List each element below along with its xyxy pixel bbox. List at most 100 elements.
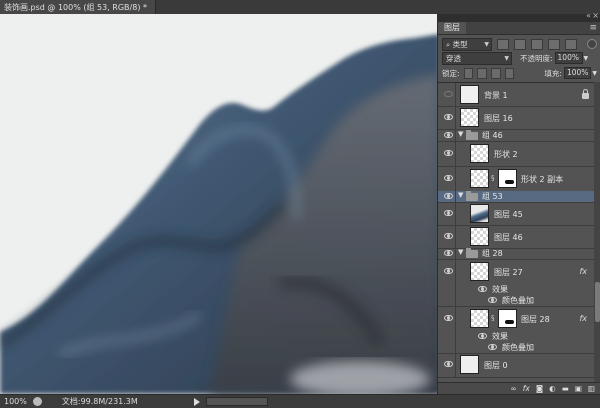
fill-dropdown-icon[interactable]: ▼ [592, 70, 597, 77]
filter-toggle[interactable] [587, 39, 597, 49]
add-style-icon[interactable]: fx [523, 384, 530, 393]
collapse-icon[interactable]: « [586, 11, 591, 20]
group-name: 组 28 [482, 249, 503, 258]
scrollbar-thumb[interactable] [595, 282, 600, 322]
layer-name: 背景 1 [484, 91, 508, 100]
filter-shape-icon[interactable] [548, 38, 560, 50]
layers-list: 背景 1 图层 16 ▼ 组 46 形状 2 § 形状 2 副本 ▼ 组 53 … [438, 82, 600, 383]
link-icon[interactable]: § [491, 174, 495, 182]
effects-label: 效果 [492, 332, 508, 341]
fx-icon[interactable]: fx [579, 267, 587, 276]
layer-row[interactable]: 图层 45 [438, 202, 600, 226]
layer-row[interactable]: § 图层 28 fx [438, 306, 600, 331]
visibility-icon[interactable] [444, 250, 453, 256]
layer-row[interactable]: 背景 1 [438, 83, 600, 107]
folder-icon [466, 130, 478, 140]
opacity-input[interactable]: 100% [554, 52, 583, 64]
filter-kind-select[interactable]: ⌕ 类型 ▼ [442, 37, 492, 51]
document-tab[interactable]: 装饰画.psd @ 100% (组 53, RGB/8) * [0, 0, 156, 14]
link-layers-icon[interactable]: ∞ [511, 384, 517, 393]
visibility-icon[interactable] [444, 268, 453, 274]
layers-scrollbar[interactable] [594, 82, 600, 382]
filter-row: ⌕ 类型 ▼ [442, 37, 597, 51]
expand-arrow-icon[interactable]: ▼ [458, 248, 463, 256]
tab-layers[interactable]: 图层 [438, 22, 466, 34]
lock-move-icon[interactable] [490, 67, 501, 79]
link-icon[interactable]: § [491, 314, 495, 322]
effects-header-row[interactable]: 效果 [438, 331, 600, 342]
expand-arrow-icon[interactable]: ▼ [458, 191, 463, 199]
lock-icon [582, 89, 589, 99]
layer-thumbnail [470, 262, 489, 281]
status-menu-arrow-icon[interactable] [193, 397, 200, 406]
effects-header-row[interactable]: 效果 [438, 284, 600, 295]
visibility-icon[interactable] [488, 297, 497, 303]
opacity-dropdown-icon[interactable]: ▼ [584, 55, 589, 62]
fx-icon[interactable]: fx [579, 314, 587, 323]
lock-transparent-icon[interactable] [463, 67, 474, 79]
add-mask-icon[interactable]: ◙ [536, 384, 543, 393]
visibility-icon[interactable] [444, 210, 453, 216]
layer-row[interactable]: 图层 27 fx [438, 259, 600, 284]
layers-panel-footer: ∞ fx ◙ ◐ ▬ ▣ ▥ [438, 382, 600, 394]
visibility-icon[interactable] [444, 193, 453, 199]
lock-all-icon[interactable] [504, 67, 515, 79]
layer-thumbnail [460, 85, 479, 104]
blend-mode-select[interactable]: 穿透 ▼ [442, 51, 512, 65]
adjustment-layer-icon[interactable]: ◐ [549, 384, 556, 393]
visibility-icon[interactable] [444, 315, 453, 321]
filter-adjustment-icon[interactable] [514, 38, 526, 50]
layer-row[interactable]: § 形状 2 副本 [438, 166, 600, 192]
status-scroll-track[interactable] [205, 397, 268, 406]
visibility-icon[interactable] [488, 344, 497, 350]
document-info[interactable]: 文档:99.8M/231.3M [62, 396, 138, 407]
layer-thumbnail [460, 108, 479, 127]
document-tab-title: 装饰画.psd @ 100% (组 53, RGB/8) * [4, 2, 147, 12]
visibility-icon[interactable] [444, 150, 453, 156]
layer-mask-thumbnail[interactable] [498, 169, 517, 188]
layer-thumbnail [470, 169, 489, 188]
filter-pixel-icon[interactable] [497, 38, 509, 50]
layer-thumbnail [470, 227, 489, 246]
panel-title-strip: « × [438, 11, 600, 22]
zoom-level[interactable]: 100% [0, 397, 33, 406]
visibility-icon[interactable] [444, 114, 453, 120]
opacity-label: 不透明度: [520, 53, 553, 63]
visibility-icon[interactable] [444, 233, 453, 239]
group-name: 组 46 [482, 131, 503, 140]
new-layer-icon[interactable]: ▣ [575, 384, 582, 393]
lock-brush-icon[interactable] [477, 67, 487, 79]
visibility-icon[interactable] [478, 333, 487, 339]
document-tab-bar: 装饰画.psd @ 100% (组 53, RGB/8) * [0, 0, 600, 14]
visibility-icon[interactable] [444, 175, 453, 181]
trash-icon[interactable]: ▥ [588, 384, 595, 393]
filter-smart-object-icon[interactable] [565, 38, 577, 50]
visibility-icon[interactable] [478, 286, 487, 292]
close-icon[interactable]: × [592, 11, 599, 20]
group-name: 组 53 [482, 192, 503, 201]
layer-name: 图层 16 [484, 114, 513, 123]
blend-row: 穿透 ▼ 不透明度: 100% ▼ [442, 51, 597, 65]
canvas[interactable] [0, 14, 440, 394]
layers-panel: « × 图层 ≡ ⌕ 类型 ▼ 穿透 ▼ 不透明度: 100% ▼ 锁定: 填充… [437, 11, 600, 394]
layer-row[interactable]: 图层 46 [438, 225, 600, 249]
layer-name: 图层 46 [494, 233, 523, 242]
layer-mask-thumbnail[interactable] [498, 309, 517, 328]
status-bar: 100% 文档:99.8M/231.3M [0, 394, 600, 408]
layer-row[interactable]: 形状 2 [438, 141, 600, 167]
visibility-icon[interactable] [444, 361, 453, 367]
chevron-down-icon: ▼ [504, 54, 509, 62]
expand-arrow-icon[interactable]: ▼ [458, 130, 463, 138]
layer-row[interactable]: 图层 0 [438, 353, 600, 378]
visibility-icon[interactable] [444, 91, 453, 97]
panel-menu-icon[interactable]: ≡ [589, 22, 597, 34]
new-group-icon[interactable]: ▬ [562, 384, 569, 393]
fill-input[interactable]: 100% [563, 67, 592, 79]
status-icon[interactable] [32, 397, 42, 406]
visibility-icon[interactable] [444, 132, 453, 138]
chevron-down-icon: ▼ [484, 40, 489, 48]
layer-thumbnail [470, 204, 489, 223]
layer-name: 形状 2 [494, 150, 518, 159]
filter-type-icon[interactable] [531, 38, 543, 50]
layer-row[interactable]: 图层 16 [438, 106, 600, 130]
